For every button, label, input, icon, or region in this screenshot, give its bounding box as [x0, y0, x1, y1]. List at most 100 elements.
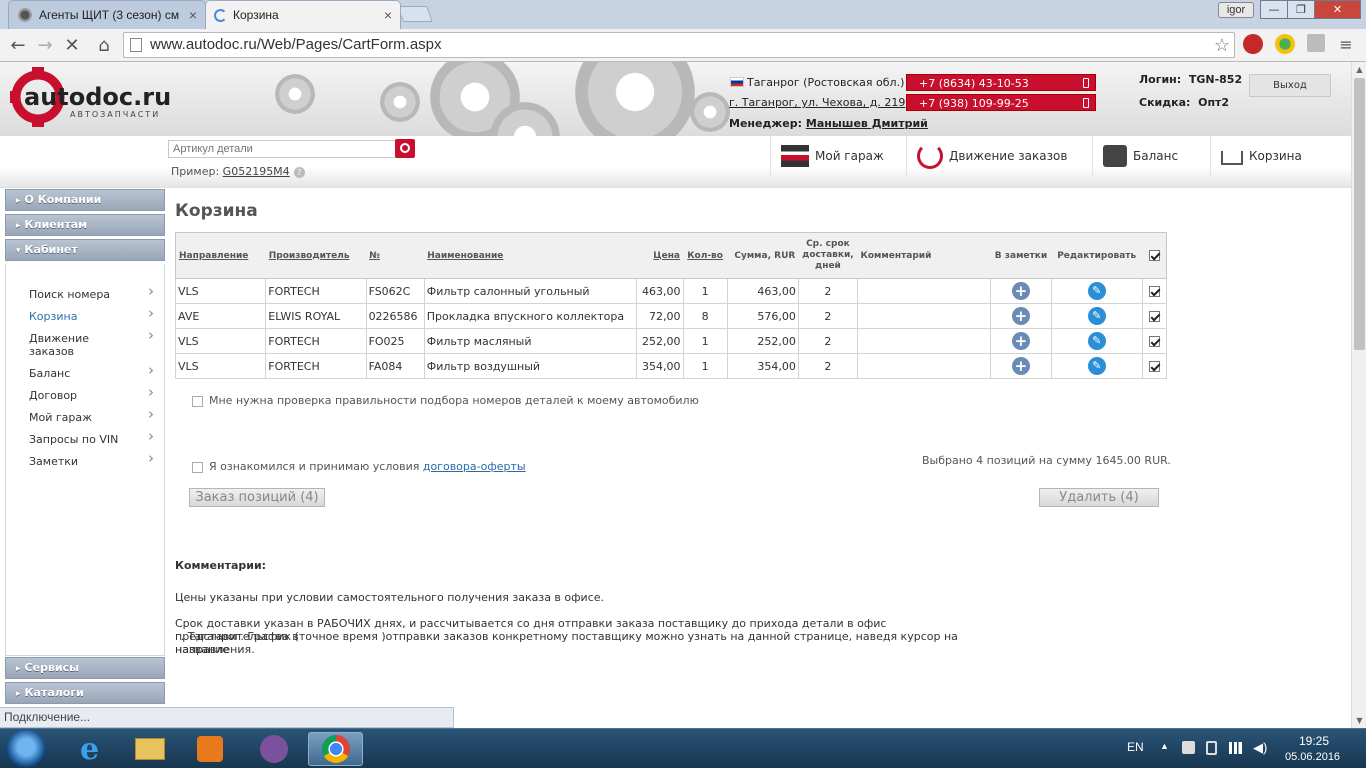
- sidebar-section-clients[interactable]: Клиентам: [5, 214, 165, 236]
- city[interactable]: Таганрог (Ростовская обл.): [730, 76, 904, 89]
- signal-icon[interactable]: [1229, 742, 1245, 754]
- sidebar-item-notes[interactable]: Заметки: [29, 452, 154, 468]
- delete-button[interactable]: Удалить (4): [1039, 488, 1159, 507]
- col-name[interactable]: Наименование: [424, 232, 637, 279]
- download-icon[interactable]: [1307, 34, 1325, 52]
- row-checkbox[interactable]: [1148, 311, 1160, 322]
- tray-expand-icon[interactable]: ▲: [1160, 741, 1169, 751]
- order-button[interactable]: Заказ позиций (4): [189, 488, 325, 507]
- edit-icon[interactable]: ✎: [1087, 357, 1106, 375]
- chrome-icon[interactable]: [308, 732, 363, 766]
- clock-date[interactable]: 05.06.2016: [1285, 751, 1340, 763]
- media-player-icon[interactable]: [182, 732, 237, 766]
- row-checkbox[interactable]: [1148, 361, 1160, 372]
- cell-comment[interactable]: [856, 303, 992, 329]
- scroll-up-icon[interactable]: ▲: [1352, 62, 1366, 77]
- address-link[interactable]: г. Таганрог, ул. Чехова, д. 219: [729, 96, 905, 109]
- tab-cart[interactable]: Корзина ×: [205, 0, 401, 29]
- action-center-icon[interactable]: [1182, 741, 1195, 754]
- col-qty[interactable]: Кол-во: [683, 232, 728, 279]
- page-title: Корзина: [175, 201, 258, 221]
- sidebar-item-balance[interactable]: Баланс: [29, 364, 154, 380]
- row-checkbox[interactable]: [1148, 286, 1160, 297]
- offer-link[interactable]: договора-оферты: [423, 460, 526, 473]
- sidebar-item-vin[interactable]: Запросы по VIN: [29, 430, 154, 446]
- comments-title: Комментарии:: [175, 559, 267, 572]
- clock-time[interactable]: 19:25: [1299, 734, 1329, 748]
- sidebar-item-orders[interactable]: Движение заказов: [29, 329, 154, 358]
- select-all-checkbox[interactable]: [1148, 250, 1160, 261]
- cell-comment[interactable]: [856, 353, 992, 379]
- check-numbers-option[interactable]: Мне нужна проверка правильности подбора …: [192, 394, 699, 407]
- logout-button[interactable]: Выход: [1249, 74, 1331, 97]
- sidebar-item-cart[interactable]: Корзина: [29, 307, 154, 323]
- new-tab-button[interactable]: [397, 6, 433, 22]
- sidebar-section-cabinet[interactable]: Кабинет: [5, 239, 165, 261]
- home-icon[interactable]: ⌂: [92, 35, 116, 56]
- extension-icon[interactable]: [1275, 34, 1295, 54]
- forward-icon[interactable]: →: [33, 35, 57, 56]
- scroll-thumb[interactable]: [1354, 78, 1365, 350]
- add-note-icon[interactable]: +: [1011, 357, 1030, 375]
- close-icon[interactable]: ×: [384, 7, 392, 23]
- search-button[interactable]: [395, 139, 415, 158]
- phone-2[interactable]: +7 (938) 109-99-25: [906, 94, 1096, 111]
- autodoc-logo[interactable]: autodoc.ru АВТОЗАПЧАСТИ: [10, 65, 205, 129]
- explorer-icon[interactable]: [122, 732, 177, 766]
- sidebar-section-company[interactable]: О Компании: [5, 189, 165, 211]
- sidebar-item-search[interactable]: Поиск номера: [29, 285, 154, 301]
- nav-garage[interactable]: Мой гараж: [770, 136, 906, 176]
- col-number[interactable]: №: [366, 232, 425, 279]
- address-bar[interactable]: www.autodoc.ru/Web/Pages/CartForm.aspx ☆: [123, 32, 1235, 58]
- tab-agents[interactable]: Агенты ЩИТ (3 сезон) см ×: [8, 0, 206, 29]
- scroll-down-icon[interactable]: ▼: [1352, 713, 1366, 728]
- agree-option[interactable]: Я ознакомился и принимаю условия договор…: [192, 460, 526, 473]
- maximize-button[interactable]: ❐: [1287, 0, 1315, 19]
- search-input[interactable]: [168, 140, 396, 158]
- adblock-icon[interactable]: [1243, 34, 1263, 54]
- profile-button[interactable]: igor: [1218, 2, 1254, 18]
- cell-notes: +: [990, 353, 1052, 379]
- language-indicator[interactable]: EN: [1127, 740, 1144, 754]
- sidebar-item-contract[interactable]: Договор: [29, 386, 154, 402]
- ie-icon[interactable]: e: [62, 732, 117, 767]
- add-note-icon[interactable]: +: [1011, 282, 1030, 300]
- edit-icon[interactable]: ✎: [1087, 307, 1106, 325]
- stop-icon[interactable]: ✕: [60, 35, 84, 56]
- cell-comment[interactable]: [856, 278, 992, 304]
- viber-icon[interactable]: [246, 732, 301, 766]
- bookmark-star-icon[interactable]: ☆: [1214, 33, 1230, 57]
- phone-1[interactable]: +7 (8634) 43-10-53: [906, 74, 1096, 91]
- sidebar-item-garage[interactable]: Мой гараж: [29, 408, 154, 424]
- col-price[interactable]: Цена: [636, 232, 683, 279]
- start-button[interactable]: [6, 730, 46, 768]
- sidebar-section-services[interactable]: Сервисы: [5, 657, 165, 679]
- edit-icon[interactable]: ✎: [1087, 282, 1106, 300]
- agree-checkbox[interactable]: [192, 461, 203, 473]
- sidebar-section-catalogs[interactable]: Каталоги: [5, 682, 165, 704]
- manager-link[interactable]: Манышев Дмитрий: [806, 117, 928, 130]
- cell-edit: ✎: [1050, 328, 1143, 354]
- vertical-scrollbar[interactable]: ▲ ▼: [1351, 62, 1366, 728]
- close-icon[interactable]: ×: [189, 7, 197, 23]
- nav-cart[interactable]: Корзина: [1210, 136, 1340, 176]
- menu-icon[interactable]: ≡: [1334, 35, 1358, 54]
- nav-orders[interactable]: Движение заказов: [906, 136, 1092, 176]
- volume-icon[interactable]: ◀): [1253, 740, 1267, 756]
- add-note-icon[interactable]: +: [1011, 332, 1030, 350]
- mobile-icon: [1083, 98, 1089, 108]
- edit-icon[interactable]: ✎: [1087, 332, 1106, 350]
- back-icon[interactable]: ←: [6, 35, 30, 56]
- row-checkbox[interactable]: [1148, 336, 1160, 347]
- check-numbers-checkbox[interactable]: [192, 395, 203, 407]
- minimize-button[interactable]: —: [1260, 0, 1288, 19]
- nav-balance[interactable]: Баланс: [1092, 136, 1210, 176]
- cell-comment[interactable]: [856, 328, 992, 354]
- example-link[interactable]: G052195M4: [223, 165, 290, 178]
- help-icon[interactable]: ?: [293, 167, 305, 178]
- add-note-icon[interactable]: +: [1011, 307, 1030, 325]
- close-window-button[interactable]: ✕: [1314, 0, 1361, 19]
- col-maker[interactable]: Производитель: [265, 232, 367, 279]
- battery-icon[interactable]: [1206, 741, 1217, 755]
- col-direction[interactable]: Направление: [175, 232, 266, 279]
